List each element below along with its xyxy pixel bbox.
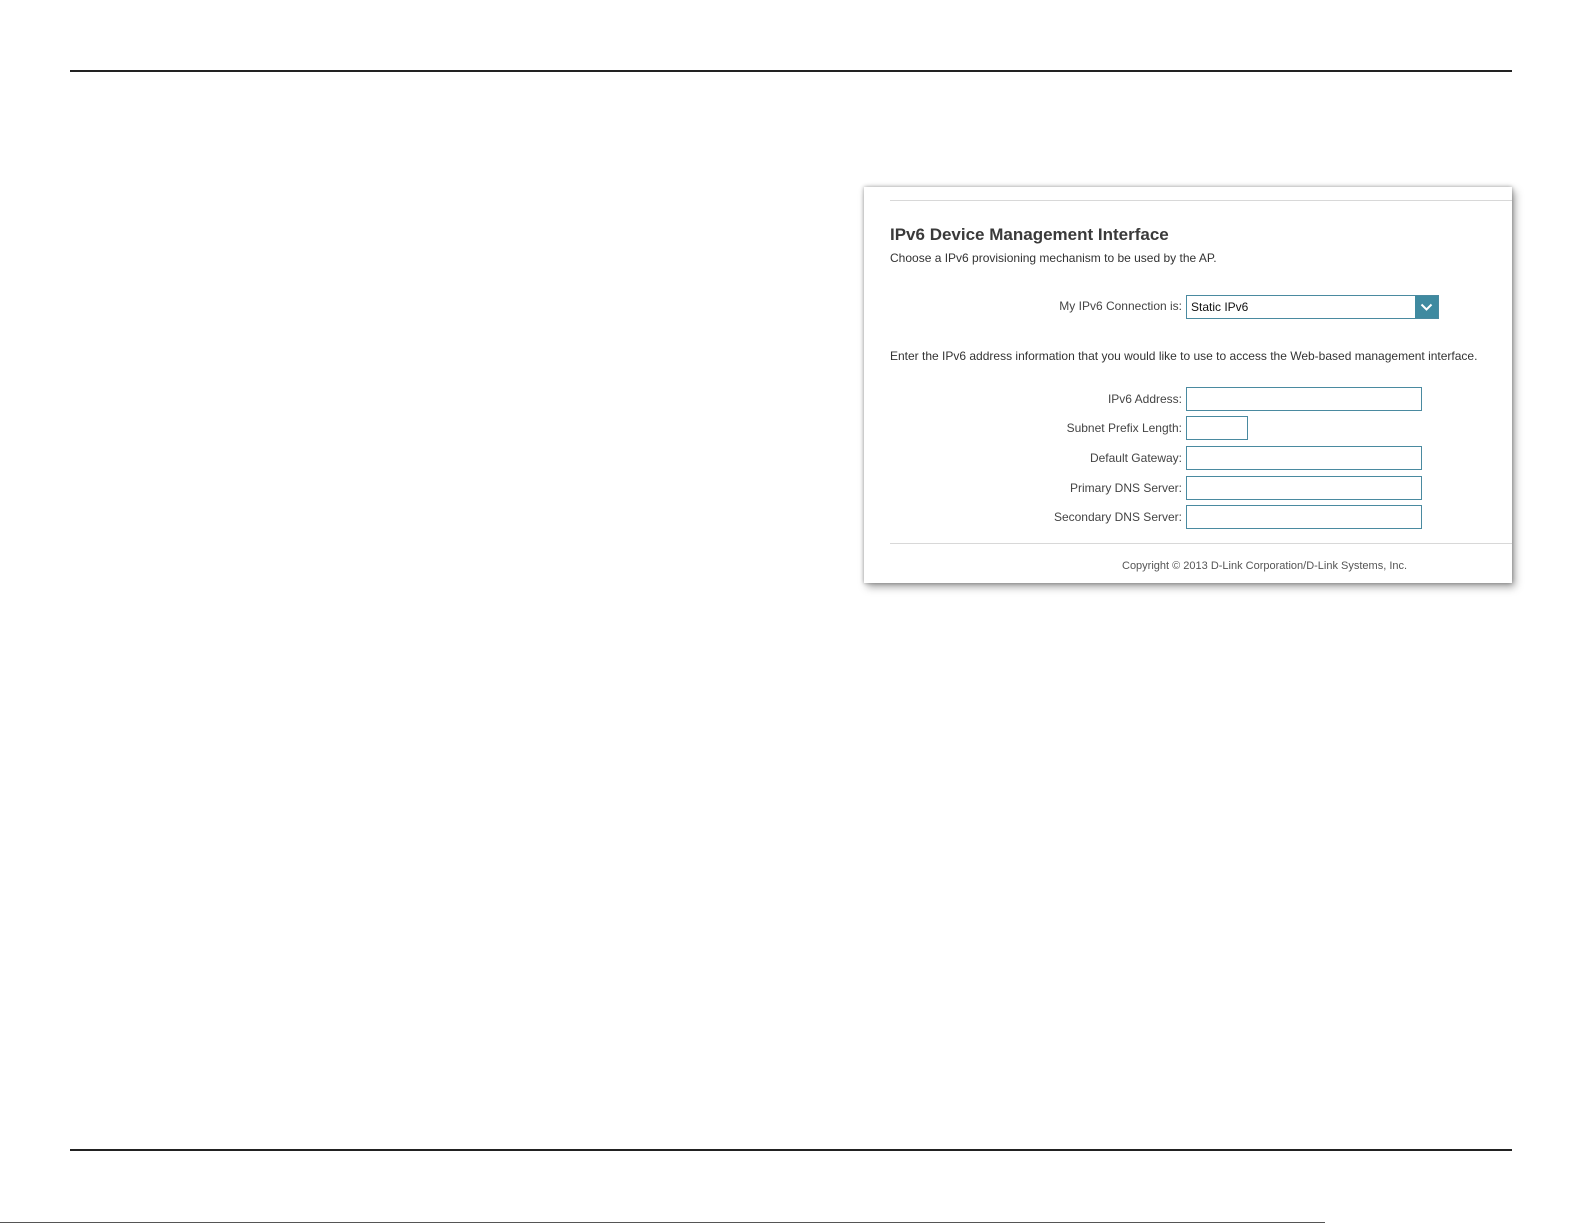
- address-info-text: Enter the IPv6 address information that …: [890, 349, 1478, 363]
- connection-type-value: Static IPv6: [1191, 300, 1249, 314]
- page-title: IPv6 Device Management Interface: [890, 225, 1169, 244]
- secondary-dns-input[interactable]: [1186, 505, 1422, 529]
- connection-type-label: My IPv6 Connection is:: [1059, 299, 1182, 313]
- page-subtitle: Choose a IPv6 provisioning mechanism to …: [890, 251, 1217, 265]
- page-bottom-rule: [70, 1149, 1512, 1151]
- page-footer-line: [0, 1222, 1325, 1223]
- connection-type-select[interactable]: Static IPv6: [1186, 295, 1439, 319]
- default-gateway-input[interactable]: [1186, 446, 1422, 470]
- dropdown-button[interactable]: [1415, 296, 1438, 318]
- ipv6-address-label: IPv6 Address:: [1107, 392, 1182, 406]
- subnet-prefix-length-input[interactable]: [1186, 416, 1248, 440]
- copyright-text: Copyright © 2013 D-Link Corporation/D-Li…: [1122, 560, 1408, 572]
- subnet-prefix-length-label: Subnet Prefix Length:: [1066, 421, 1182, 435]
- secondary-dns-label: Secondary DNS Server:: [1053, 510, 1182, 524]
- page-top-rule: [70, 70, 1512, 72]
- chevron-down-icon: [1420, 303, 1433, 311]
- primary-dns-label: Primary DNS Server:: [1069, 481, 1182, 495]
- ipv6-address-input[interactable]: [1186, 387, 1422, 411]
- panel-top-divider: [890, 200, 1512, 201]
- panel-bottom-divider: [890, 543, 1512, 544]
- primary-dns-input[interactable]: [1186, 476, 1422, 500]
- ipv6-management-panel: IPv6 Device Management Interface Choose …: [864, 187, 1512, 583]
- default-gateway-label: Default Gateway:: [1089, 451, 1182, 465]
